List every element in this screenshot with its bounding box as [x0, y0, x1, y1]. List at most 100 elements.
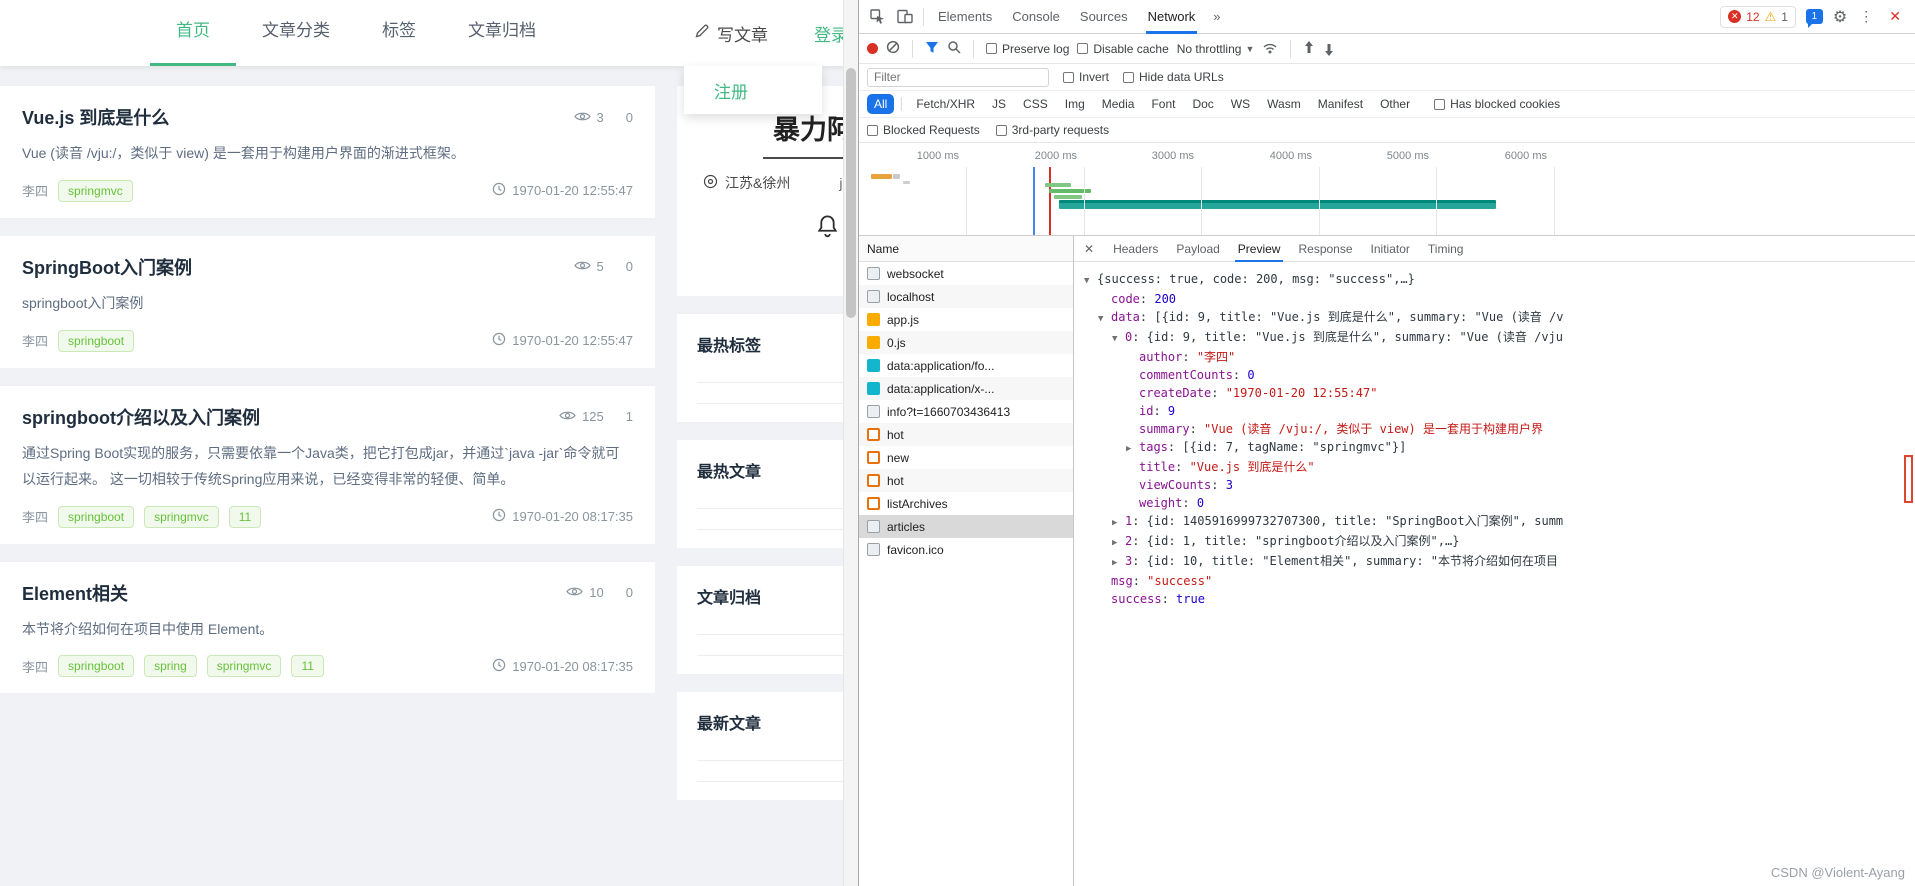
disable-cache-checkbox[interactable] — [1077, 43, 1088, 54]
request-row[interactable]: websocket — [859, 262, 1073, 285]
timeline-gridline — [966, 167, 967, 235]
detail-tab-headers[interactable]: Headers — [1104, 236, 1167, 262]
request-row[interactable]: 0.js — [859, 331, 1073, 354]
detail-tab-response[interactable]: Response — [1289, 236, 1361, 262]
bell-icon[interactable] — [814, 227, 841, 244]
nav-item-0[interactable]: 首页 — [150, 0, 236, 66]
request-row[interactable]: listArchives — [859, 492, 1073, 515]
filter-funnel-icon[interactable] — [925, 41, 939, 57]
article-tag[interactable]: springmvc — [144, 506, 219, 528]
timeline-tick: 6000 ms — [1505, 150, 1554, 162]
request-row[interactable]: articles — [859, 515, 1073, 538]
filter-chip-other[interactable]: Other — [1373, 94, 1417, 114]
network-conditions-icon[interactable] — [1262, 41, 1278, 57]
json-token: author — [1139, 350, 1182, 364]
article-card[interactable]: SpringBoot入门案例50springboot入门案例李四springbo… — [0, 236, 655, 368]
request-row[interactable]: new — [859, 446, 1073, 469]
tab-network[interactable]: Network — [1138, 0, 1206, 33]
close-devtools-icon[interactable]: ✕ — [1885, 8, 1905, 25]
import-har-icon[interactable] — [1303, 40, 1315, 57]
request-list-header[interactable]: Name — [859, 236, 1073, 262]
record-button[interactable] — [867, 43, 878, 54]
network-overview-timeline[interactable]: 1000 ms2000 ms3000 ms4000 ms5000 ms6000 … — [859, 143, 1915, 236]
filter-input[interactable] — [867, 68, 1049, 87]
nav-item-1[interactable]: 文章分类 — [236, 0, 356, 66]
article-author: 李四 — [22, 507, 48, 526]
nav-item-2[interactable]: 标签 — [356, 0, 442, 66]
close-detail-icon[interactable]: ✕ — [1074, 242, 1104, 256]
article-title[interactable]: Element相关 — [22, 580, 566, 606]
expanded-arrow-icon[interactable]: ▼ — [1098, 310, 1111, 328]
detail-tab-payload[interactable]: Payload — [1167, 236, 1228, 262]
collapsed-arrow-icon[interactable]: ▶ — [1112, 514, 1125, 532]
more-tabs-icon[interactable]: » — [1205, 9, 1228, 24]
collapsed-arrow-icon[interactable]: ▶ — [1112, 534, 1125, 552]
detail-tab-timing[interactable]: Timing — [1419, 236, 1473, 262]
tab-elements[interactable]: Elements — [928, 0, 1002, 33]
write-article-button[interactable]: 写文章 — [694, 21, 768, 46]
request-row[interactable]: hot — [859, 423, 1073, 446]
export-har-icon[interactable] — [1323, 40, 1335, 57]
blocked-requests-checkbox[interactable] — [867, 125, 878, 136]
article-tag[interactable]: spring — [144, 655, 197, 677]
third-party-checkbox[interactable] — [996, 125, 1007, 136]
filter-chip-wasm[interactable]: Wasm — [1260, 94, 1308, 114]
filter-chip-all[interactable]: All — [867, 94, 894, 114]
article-card[interactable]: Vue.js 到底是什么30Vue (读音 /vju:/，类似于 view) 是… — [0, 86, 655, 218]
article-tag[interactable]: springboot — [58, 506, 134, 528]
request-row[interactable]: localhost — [859, 285, 1073, 308]
filter-chip-fetchxhr[interactable]: Fetch/XHR — [909, 94, 982, 114]
scrollbar-thumb[interactable] — [846, 68, 856, 318]
preserve-log-checkbox[interactable] — [986, 43, 997, 54]
request-row[interactable]: info?t=1660703436413 — [859, 400, 1073, 423]
request-row[interactable]: hot — [859, 469, 1073, 492]
nav-item-3[interactable]: 文章归档 — [442, 0, 562, 66]
article-tag[interactable]: springboot — [58, 655, 134, 677]
article-tag[interactable]: springmvc — [207, 655, 282, 677]
doc-file-icon — [867, 267, 880, 280]
filter-chip-media[interactable]: Media — [1095, 94, 1142, 114]
article-tag[interactable]: springboot — [58, 330, 134, 352]
request-row[interactable]: favicon.ico — [859, 538, 1073, 561]
settings-gear-icon[interactable]: ⚙ — [1833, 7, 1847, 27]
collapsed-arrow-icon[interactable]: ▶ — [1126, 440, 1139, 458]
has-blocked-cookies-checkbox[interactable] — [1434, 99, 1445, 110]
filter-chip-font[interactable]: Font — [1144, 94, 1182, 114]
article-title[interactable]: Vue.js 到底是什么 — [22, 104, 574, 130]
filter-chip-manifest[interactable]: Manifest — [1311, 94, 1370, 114]
request-row[interactable]: data:application/fo... — [859, 354, 1073, 377]
article-title[interactable]: SpringBoot入门案例 — [22, 254, 574, 280]
expanded-arrow-icon[interactable]: ▼ — [1084, 272, 1097, 290]
article-tag[interactable]: 11 — [291, 655, 323, 677]
article-title[interactable]: springboot介绍以及入门案例 — [22, 404, 559, 430]
request-row[interactable]: app.js — [859, 308, 1073, 331]
kebab-menu-icon[interactable]: ⋮ — [1857, 8, 1875, 25]
tab-console[interactable]: Console — [1002, 0, 1070, 33]
filter-chip-ws[interactable]: WS — [1224, 94, 1257, 114]
filter-chip-css[interactable]: CSS — [1016, 94, 1055, 114]
detail-tab-preview[interactable]: Preview — [1229, 236, 1290, 262]
collapsed-arrow-icon[interactable]: ▶ — [1112, 554, 1125, 572]
device-toolbar-icon[interactable] — [891, 0, 919, 33]
expanded-arrow-icon[interactable]: ▼ — [1112, 330, 1125, 348]
blog-scrollbar[interactable] — [843, 0, 858, 886]
article-card[interactable]: springboot介绍以及入门案例1251通过Spring Boot实现的服务… — [0, 386, 655, 544]
filter-chip-img[interactable]: Img — [1058, 94, 1092, 114]
console-status-badge[interactable]: ✕ 12 ⚠ 1 — [1720, 6, 1796, 28]
hide-data-urls-checkbox[interactable] — [1123, 72, 1134, 83]
tab-sources[interactable]: Sources — [1070, 0, 1138, 33]
detail-tab-initiator[interactable]: Initiator — [1362, 236, 1419, 262]
invert-checkbox[interactable] — [1063, 72, 1074, 83]
request-row[interactable]: data:application/x-... — [859, 377, 1073, 400]
article-card[interactable]: Element相关100本节将介绍如何在项目中使用 Element。李四spri… — [0, 562, 655, 694]
filter-chip-doc[interactable]: Doc — [1185, 94, 1220, 114]
inspect-element-icon[interactable] — [863, 0, 891, 33]
search-icon[interactable] — [947, 40, 961, 57]
filter-chip-js[interactable]: JS — [985, 94, 1013, 114]
throttling-select[interactable]: No throttling▼ — [1177, 42, 1255, 56]
issues-badge[interactable]: 1 — [1806, 9, 1823, 24]
register-button[interactable]: 注册 — [684, 78, 748, 103]
article-tag[interactable]: springmvc — [58, 180, 133, 202]
clear-icon[interactable] — [886, 40, 900, 57]
article-tag[interactable]: 11 — [229, 506, 261, 528]
